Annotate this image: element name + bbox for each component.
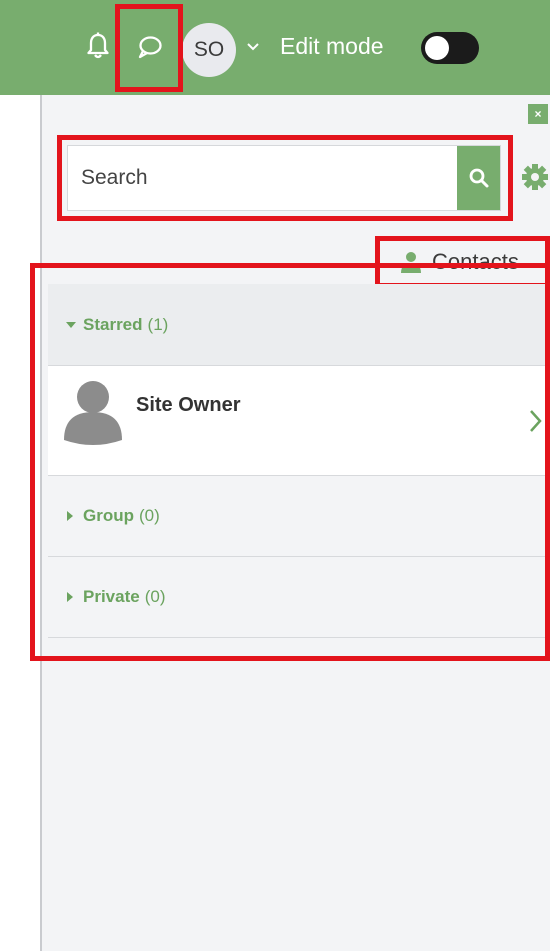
messages-chat-icon[interactable]	[132, 30, 168, 64]
section-count: (0)	[139, 506, 160, 525]
chevron-down-icon[interactable]	[244, 38, 262, 56]
search-icon	[469, 168, 488, 188]
search-input[interactable]	[68, 146, 457, 210]
search-button[interactable]	[457, 146, 500, 210]
caret-right-icon	[65, 510, 77, 522]
user-avatar[interactable]: SO	[182, 23, 236, 77]
settings-gear-icon[interactable]	[520, 162, 550, 192]
section-name: Group	[83, 506, 134, 525]
section-name: Starred	[83, 314, 143, 334]
caret-down-icon	[65, 319, 77, 331]
caret-right-icon	[65, 591, 77, 603]
close-drawer-button[interactable]: ×	[528, 104, 548, 124]
edit-mode-toggle[interactable]	[421, 32, 479, 64]
toggle-knob	[425, 36, 449, 60]
section-group-header[interactable]: Group (0)	[48, 476, 550, 557]
contacts-link[interactable]: Contacts	[400, 245, 519, 279]
notifications-bell-icon[interactable]	[84, 28, 112, 64]
section-count: (0)	[144, 587, 166, 606]
edit-mode-label: Edit mode	[280, 33, 384, 59]
section-name: Private	[83, 587, 140, 606]
search-group	[67, 145, 501, 211]
conversation-sections: Starred (1) Site Owner Group (0) Private…	[48, 284, 550, 638]
contact-list-item[interactable]: Site Owner	[48, 366, 550, 476]
section-count: (1)	[147, 314, 169, 334]
section-starred-header[interactable]: Starred (1)	[48, 284, 550, 366]
top-navbar: SO Edit mode	[0, 0, 550, 95]
chevron-right-icon	[526, 406, 546, 436]
contact-avatar-icon	[62, 378, 124, 446]
contacts-label: Contacts	[432, 249, 519, 274]
section-private-header[interactable]: Private (0)	[48, 557, 550, 638]
contact-name: Site Owner	[136, 394, 241, 416]
user-icon	[400, 250, 424, 274]
